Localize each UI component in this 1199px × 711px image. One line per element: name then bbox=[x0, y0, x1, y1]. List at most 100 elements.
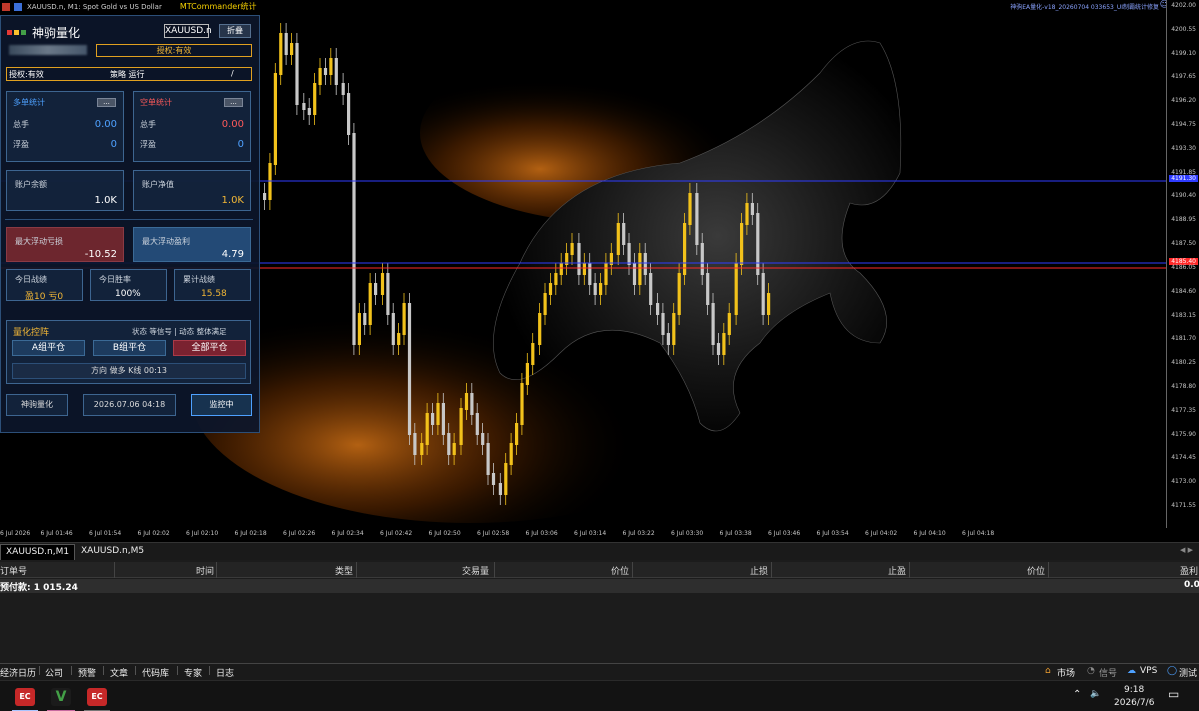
signal-icon: ◔ bbox=[1087, 666, 1095, 676]
candle-body bbox=[284, 33, 288, 55]
candle-body bbox=[582, 263, 586, 275]
tab-codebase[interactable]: 代码库 bbox=[142, 666, 169, 679]
tab-signals[interactable]: 信号 bbox=[1099, 666, 1117, 679]
col-sl[interactable]: 止损 bbox=[750, 564, 768, 577]
symbol-icon bbox=[14, 2, 22, 11]
col-volume[interactable]: 交易量 bbox=[462, 564, 489, 577]
candle-body bbox=[688, 193, 692, 225]
sell-stats-title: 空单统计 bbox=[140, 98, 172, 107]
candle-body bbox=[570, 243, 574, 255]
tab-company[interactable]: 公司 bbox=[45, 666, 63, 679]
candle-body bbox=[323, 68, 328, 75]
candle-body bbox=[504, 463, 508, 495]
candle-body bbox=[666, 333, 670, 345]
control-title: 量化控阵 bbox=[13, 328, 50, 338]
candle-body bbox=[554, 273, 558, 285]
equity-card: 账户净值 1.0K bbox=[133, 170, 251, 211]
volume-icon[interactable]: 🔈 bbox=[1090, 689, 1101, 699]
max-profit-label: 最大浮动盈利 bbox=[142, 237, 190, 246]
tab-articles[interactable]: 文章 bbox=[110, 666, 128, 679]
price-tick: 4183.15 bbox=[1171, 311, 1196, 319]
buy-total-value: 0.00 bbox=[94, 119, 117, 130]
taskbar-app-v[interactable]: V bbox=[51, 688, 71, 706]
max-loss-card: 最大浮动亏损 -10.52 bbox=[6, 227, 124, 262]
chart-app-icon bbox=[2, 2, 10, 11]
candle-body bbox=[683, 223, 687, 275]
ea-control-panel: 神驹量化 XAUUSD.n 折叠 授权:有效 授权:有效 策略 运行 / 多单统… bbox=[0, 15, 260, 433]
time-tick: 6 Jul 02:18 bbox=[234, 530, 267, 537]
col-price2[interactable]: 价位 bbox=[1027, 564, 1045, 577]
candle-body bbox=[656, 303, 660, 315]
strategy-row: 授权:有效 策略 运行 / bbox=[6, 67, 252, 81]
col-profit[interactable]: 盈利 bbox=[1180, 564, 1198, 577]
tab-xauusd-m5[interactable]: XAUUSD.n,M5 bbox=[76, 544, 149, 560]
candle-body bbox=[649, 273, 653, 305]
price-tick: 4191.85 bbox=[1171, 168, 1196, 176]
col-price[interactable]: 价位 bbox=[611, 564, 629, 577]
monitor-button[interactable]: 监控中 bbox=[191, 394, 252, 416]
candle-body bbox=[459, 408, 463, 445]
col-tp[interactable]: 止盈 bbox=[888, 564, 906, 577]
today-result-value: 盈10 亏0 bbox=[25, 292, 64, 302]
today-result-label: 今日战绩 bbox=[15, 275, 47, 284]
clock-date[interactable]: 2026/7/6 bbox=[1114, 698, 1154, 708]
time-tick: 6 Jul 2026 bbox=[0, 530, 31, 537]
candle-body bbox=[548, 283, 553, 295]
candle-body bbox=[577, 243, 581, 275]
candle-body bbox=[402, 303, 406, 335]
price-tick: 4194.75 bbox=[1171, 121, 1196, 129]
notification-icon[interactable]: ▭ bbox=[1168, 687, 1179, 701]
tab-journal[interactable]: 日志 bbox=[216, 666, 234, 679]
close-a-button[interactable]: A组平仓 bbox=[12, 340, 85, 356]
time-tick: 6 Jul 02:58 bbox=[477, 530, 510, 537]
sell-stats-card: 空单统计 ... 总手 0.00 浮盈 0 bbox=[133, 91, 251, 162]
clock-time[interactable]: 9:18 bbox=[1124, 685, 1144, 695]
taskbar-app-ec-1[interactable]: EC bbox=[15, 688, 35, 706]
tab-tester[interactable]: 测试 bbox=[1179, 666, 1197, 679]
strategy-status: 策略 运行 bbox=[110, 70, 145, 79]
candle-body bbox=[767, 293, 771, 315]
vps-icon: ☁ bbox=[1127, 666, 1136, 676]
candle-body bbox=[498, 483, 502, 495]
price-axis[interactable]: 4191.30 4185.40 4202.00 4200.55 4199.10 419… bbox=[1166, 0, 1199, 528]
tab-scroll-arrows-icon[interactable]: ◀ ▶ bbox=[1180, 546, 1193, 554]
symbol-field[interactable]: XAUUSD.n bbox=[164, 24, 212, 38]
time-axis[interactable]: 6 Jul 2026 6 Jul 01:46 6 Jul 01:54 6 Jul 02… bbox=[0, 528, 1166, 542]
today-result-card: 今日战绩 盈10 亏0 bbox=[6, 269, 83, 302]
sell-more-button[interactable]: ... bbox=[224, 98, 243, 107]
col-order[interactable]: 订单号 bbox=[0, 564, 27, 577]
price-tick: 4200.55 bbox=[1171, 25, 1196, 33]
taskbar-app-ec-2[interactable]: EC bbox=[87, 688, 107, 706]
candle-body bbox=[722, 333, 726, 355]
price-tick: 4197.65 bbox=[1171, 73, 1196, 81]
candle-body bbox=[352, 133, 356, 345]
candle-body bbox=[531, 343, 535, 365]
tab-experts[interactable]: 专家 bbox=[184, 666, 202, 679]
tab-alerts[interactable]: 预警 bbox=[78, 666, 96, 679]
price-tick: 4190.40 bbox=[1171, 192, 1196, 200]
candle-body bbox=[677, 273, 681, 315]
auth-status-badge: 授权:有效 bbox=[96, 44, 252, 57]
candle-body bbox=[672, 313, 676, 345]
candle-body bbox=[559, 263, 563, 275]
buy-more-button[interactable]: ... bbox=[97, 98, 116, 107]
tab-xauusd-m1[interactable]: XAUUSD.n,M1 bbox=[0, 544, 76, 560]
candle-body bbox=[391, 313, 395, 345]
tab-market[interactable]: 市场 bbox=[1057, 666, 1075, 679]
price-tick: 4188.95 bbox=[1171, 216, 1196, 224]
close-all-button[interactable]: 全部平仓 bbox=[173, 340, 246, 356]
tab-calendar[interactable]: 经济日历 bbox=[0, 666, 36, 679]
candle-body bbox=[425, 413, 429, 445]
direction-status: 方向 做多 K线 00:13 bbox=[12, 363, 246, 379]
balance-value: 1.0K bbox=[94, 195, 117, 206]
chevron-up-icon[interactable]: ⌃ bbox=[1073, 689, 1081, 700]
tab-vps[interactable]: VPS bbox=[1140, 666, 1157, 676]
fold-button[interactable]: 折叠 bbox=[219, 24, 251, 38]
time-tick: 6 Jul 02:10 bbox=[186, 530, 219, 537]
col-time[interactable]: 时间 bbox=[196, 564, 214, 577]
col-type[interactable]: 类型 bbox=[335, 564, 353, 577]
candle-body bbox=[711, 303, 715, 345]
close-b-button[interactable]: B组平仓 bbox=[93, 340, 166, 356]
candle-body bbox=[318, 68, 322, 85]
total-profit: 0.00 bbox=[1184, 580, 1199, 590]
